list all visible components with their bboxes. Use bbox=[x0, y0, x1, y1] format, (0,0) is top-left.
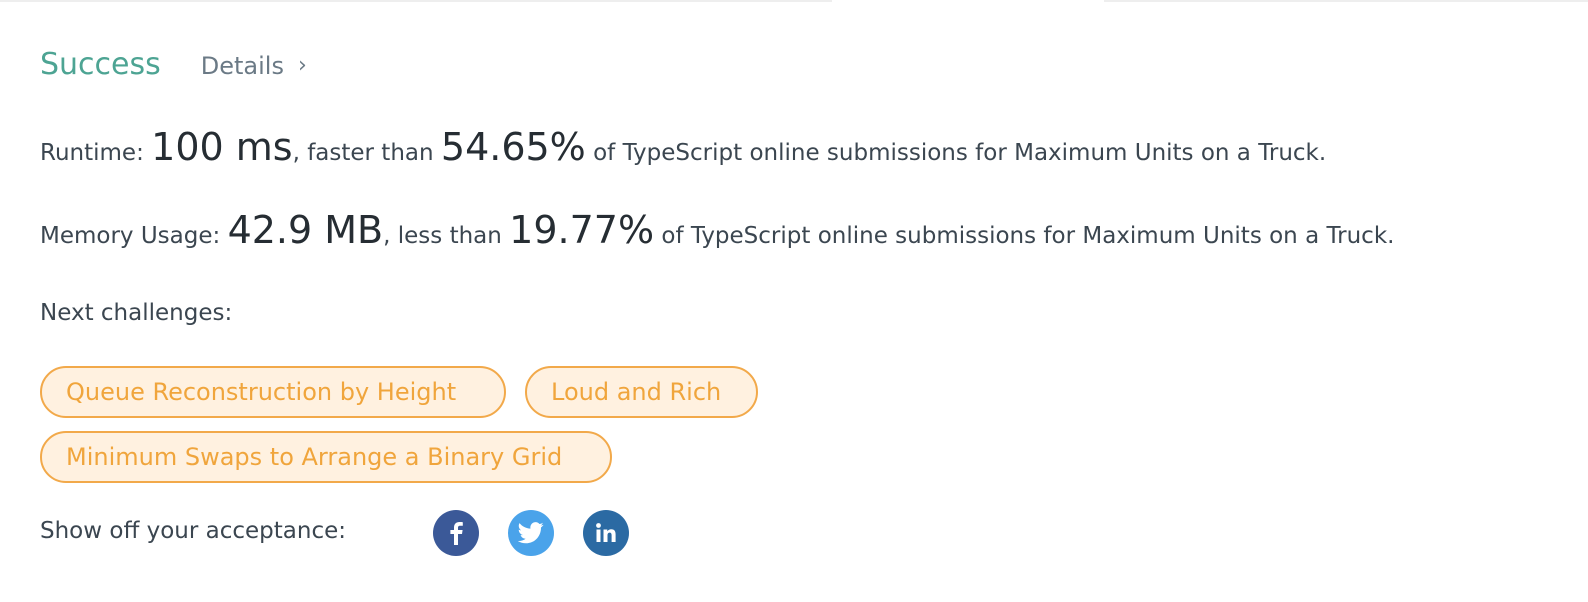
runtime-value: 100 ms bbox=[151, 125, 293, 169]
memory-percent: 19.77% bbox=[509, 208, 655, 252]
chevron-right-icon: › bbox=[297, 53, 307, 78]
linkedin-icon bbox=[596, 523, 616, 542]
facebook-icon bbox=[450, 522, 463, 545]
twitter-icon bbox=[518, 522, 544, 544]
details-link[interactable]: Details › bbox=[201, 45, 307, 87]
memory-connector: , less than bbox=[383, 223, 502, 249]
memory-label: Memory Usage: bbox=[40, 223, 221, 249]
runtime-suffix: of TypeScript online submissions for Max… bbox=[593, 140, 1327, 166]
runtime-percent: 54.65% bbox=[440, 125, 586, 169]
memory-value: 42.9 MB bbox=[227, 208, 384, 252]
memory-suffix: of TypeScript online submissions for Max… bbox=[661, 223, 1395, 249]
challenge-link-minimum-swaps[interactable]: Minimum Swaps to Arrange a Binary Grid bbox=[40, 431, 612, 483]
top-divider-left bbox=[0, 0, 832, 2]
challenge-link-queue-reconstruction[interactable]: Queue Reconstruction by Height bbox=[40, 366, 506, 418]
linkedin-share-button[interactable] bbox=[583, 510, 629, 556]
memory-line: Memory Usage: 42.9 MB, less than 19.77% … bbox=[40, 208, 1394, 252]
details-label: Details bbox=[200, 52, 284, 80]
status-label: Success bbox=[40, 47, 161, 82]
runtime-connector: , faster than bbox=[292, 140, 434, 166]
result-header: Success Details › bbox=[40, 44, 307, 87]
top-divider-right bbox=[1104, 0, 1588, 2]
runtime-line: Runtime: 100 ms, faster than 54.65% of T… bbox=[40, 125, 1326, 169]
facebook-share-button[interactable] bbox=[433, 510, 479, 556]
next-challenges-label: Next challenges: bbox=[40, 300, 233, 326]
runtime-label: Runtime: bbox=[40, 140, 144, 166]
share-label: Show off your acceptance: bbox=[40, 518, 346, 544]
challenge-link-loud-and-rich[interactable]: Loud and Rich bbox=[525, 366, 758, 418]
twitter-share-button[interactable] bbox=[508, 510, 554, 556]
